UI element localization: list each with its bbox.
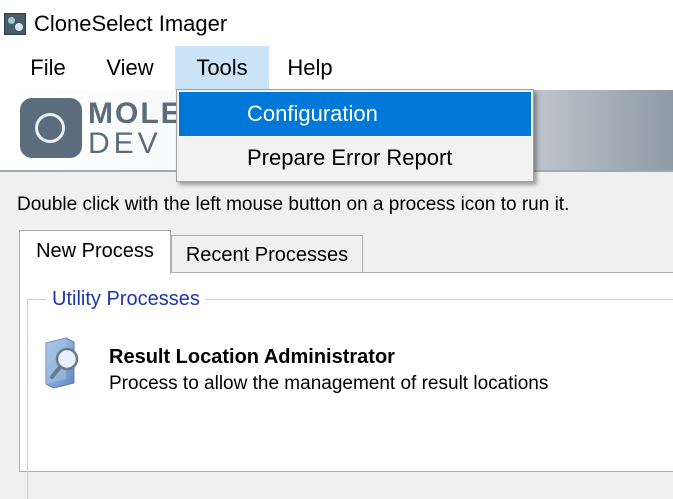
menu-item-prepare-error-report[interactable]: Prepare Error Report [179,136,531,180]
menu-item-configuration[interactable]: Configuration [179,92,531,136]
menu-help[interactable]: Help [276,46,344,90]
menu-view[interactable]: View [92,46,168,90]
tools-dropdown-menu: Configuration Prepare Error Report [176,89,534,182]
result-location-icon[interactable] [40,337,80,389]
menu-tools[interactable]: Tools [175,46,269,90]
tab-new-process[interactable]: New Process [19,230,171,274]
window-title: CloneSelect Imager [34,11,228,36]
logo-text-bottom: DEV [88,127,162,160]
group-frame [27,299,673,499]
group-label: Utility Processes [46,287,206,311]
tab-recent-processes[interactable]: Recent Processes [171,235,363,273]
process-panel: Utility Processes Result Location Admini… [19,272,673,499]
process-title[interactable]: Result Location Administrator [109,345,395,369]
instruction-text: Double click with the left mouse button … [17,194,570,215]
title-bar: CloneSelect Imager [0,0,673,46]
process-description: Process to allow the management of resul… [109,373,549,394]
app-icon [4,13,26,35]
menu-file[interactable]: File [18,46,78,90]
company-logo-icon [20,98,82,158]
menu-bar: File View Tools Help [0,46,673,90]
